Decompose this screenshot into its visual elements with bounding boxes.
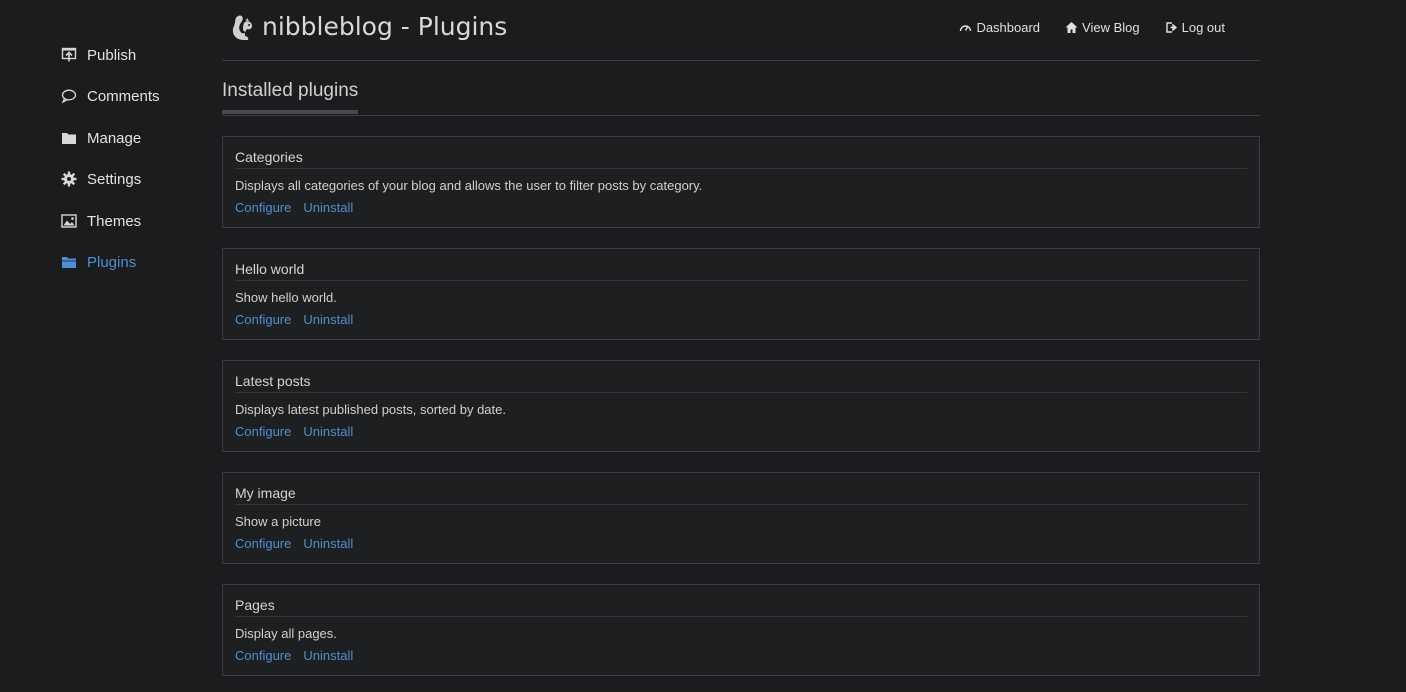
sidebar-item-label: Settings [87,170,142,188]
gear-icon [61,171,77,187]
nav-log-out[interactable]: Log out [1165,20,1225,35]
sidebar-item-plugins[interactable]: Plugins [61,250,136,274]
section-header: Installed plugins [222,78,1260,116]
header: nibbleblog - Plugins Dashboard View Blog… [222,0,1260,61]
plugin-card: Pages Display all pages. Configure Uninst… [222,584,1260,676]
sidebar-item-themes[interactable]: Themes [61,209,141,233]
plugin-card: My image Show a picture Configure Uninsta… [222,472,1260,564]
plugin-name: Pages [235,597,1247,617]
sidebar-item-label: Themes [87,212,142,230]
uninstall-link[interactable]: Uninstall [303,536,353,551]
folder-open-icon [61,254,77,270]
plugin-card: Categories Displays all categories of yo… [222,136,1260,228]
section-title: Installed plugins [222,80,359,114]
plugin-actions: Configure Uninstall [235,424,365,439]
uninstall-link[interactable]: Uninstall [303,200,353,215]
plugin-actions: Configure Uninstall [235,536,365,551]
squirrel-logo-icon [230,14,256,42]
nav-dashboard-label: Dashboard [976,20,1041,35]
nav-dashboard[interactable]: Dashboard [959,20,1040,35]
folder-icon [61,130,77,146]
plugin-description: Displays all categories of your blog and… [235,178,703,193]
plugin-description: Show a picture [235,514,321,529]
plugin-card: Hello world Show hello world. Configure U… [222,248,1260,340]
publish-icon [61,47,77,63]
comment-icon [61,88,77,104]
nav-log-out-label: Log out [1181,20,1225,35]
configure-link[interactable]: Configure [235,536,291,551]
uninstall-link[interactable]: Uninstall [303,312,353,327]
plugin-name: Hello world [235,261,1247,281]
plugin-name: My image [235,485,1247,505]
sidebar-item-settings[interactable]: Settings [61,167,141,191]
configure-link[interactable]: Configure [235,200,291,215]
uninstall-link[interactable]: Uninstall [303,648,353,663]
sidebar-item-manage[interactable]: Manage [61,126,141,150]
dashboard-icon [959,21,972,34]
sidebar-item-label: Publish [87,46,137,64]
plugin-actions: Configure Uninstall [235,312,365,327]
uninstall-link[interactable]: Uninstall [303,424,353,439]
sidebar-item-label: Manage [87,129,142,147]
plugin-card: Latest posts Displays latest published p… [222,360,1260,452]
home-icon [1065,21,1078,34]
configure-link[interactable]: Configure [235,424,291,439]
sidebar-item-comments[interactable]: Comments [61,84,160,108]
logout-icon [1165,21,1178,34]
nav-view-blog[interactable]: View Blog [1065,20,1140,35]
plugin-description: Displays latest published posts, sorted … [235,402,506,417]
plugin-name: Latest posts [235,373,1247,393]
plugin-description: Display all pages. [235,626,337,641]
configure-link[interactable]: Configure [235,648,291,663]
plugin-actions: Configure Uninstall [235,200,365,215]
page-title: nibbleblog - Plugins [262,12,508,41]
plugin-description: Show hello world. [235,290,337,305]
nav-view-blog-label: View Blog [1082,20,1140,35]
sidebar-item-label: Plugins [87,253,137,271]
sidebar-item-publish[interactable]: Publish [61,43,136,67]
plugin-name: Categories [235,149,1247,169]
sidebar: Publish Comments Manage Settings Themes … [0,0,200,692]
sidebar-item-label: Comments [87,87,160,105]
plugin-actions: Configure Uninstall [235,648,365,663]
image-icon [61,213,77,229]
top-nav: Dashboard View Blog Log out [934,20,1225,35]
configure-link[interactable]: Configure [235,312,291,327]
